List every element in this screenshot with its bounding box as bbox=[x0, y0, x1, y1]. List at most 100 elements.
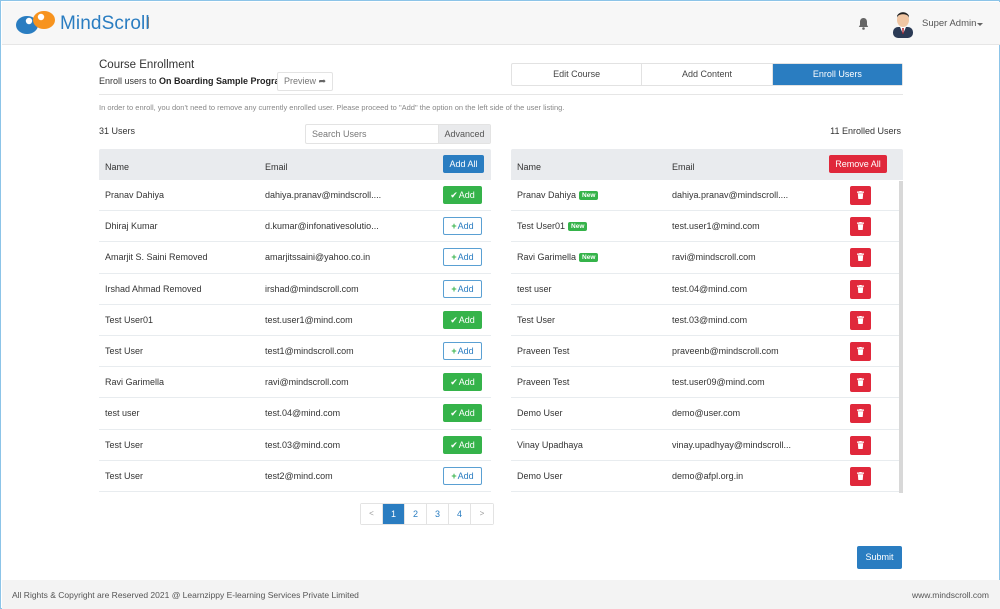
user-row: Irshad Ahmad Removed irshad@mindscroll.co… bbox=[99, 274, 491, 305]
pagination-page-4[interactable]: 4 bbox=[449, 504, 471, 524]
plus-icon: + bbox=[451, 470, 457, 481]
plus-icon: + bbox=[451, 345, 457, 356]
new-badge: New bbox=[568, 222, 588, 232]
add-label: Add bbox=[458, 190, 475, 200]
user-name: Amarjit S. Saini Removed bbox=[105, 252, 208, 263]
advanced-search-button[interactable]: Advanced bbox=[438, 125, 490, 143]
enroll-hint-text: In order to enroll, you don't need to re… bbox=[99, 103, 565, 112]
preview-button[interactable]: Preview ➦ bbox=[277, 72, 333, 91]
app-window: MindScroll Super Admin Course Enrollment… bbox=[0, 0, 1000, 609]
user-row: Ravi Garimella ravi@mindscroll.com ✔Add bbox=[99, 367, 491, 399]
remove-user-button[interactable] bbox=[850, 466, 871, 486]
add-label: Add bbox=[458, 408, 475, 419]
notification-bell-icon[interactable] bbox=[858, 17, 869, 30]
user-name: Ravi Garimella bbox=[105, 377, 165, 388]
remove-user-button[interactable] bbox=[850, 279, 871, 299]
column-header-email: Email bbox=[265, 162, 288, 172]
add-user-button[interactable]: ✔Add bbox=[443, 404, 482, 423]
search-users-input[interactable] bbox=[306, 125, 438, 143]
user-name: Dhiraj Kumar bbox=[105, 221, 158, 232]
pagination-next[interactable]: > bbox=[471, 504, 493, 524]
add-user-button[interactable]: +Add bbox=[443, 217, 482, 236]
enrolled-user-name-cell: test user bbox=[517, 284, 552, 294]
tab-edit-course[interactable]: Edit Course bbox=[512, 64, 643, 85]
user-name: Pranav Dahiya bbox=[105, 190, 165, 200]
website-link[interactable]: www.mindscroll.com bbox=[912, 590, 989, 600]
add-label: Add bbox=[457, 345, 474, 356]
user-name: Test User bbox=[105, 470, 144, 481]
remove-user-button[interactable] bbox=[850, 435, 871, 455]
enrolled-user-name: test user bbox=[517, 283, 552, 294]
enrolled-user-name: Pranav Dahiya bbox=[517, 190, 577, 200]
column-header-email: Email bbox=[672, 162, 695, 172]
enrolled-user-email: demo@afpl.org.in bbox=[672, 470, 744, 481]
remove-user-button[interactable] bbox=[850, 373, 871, 393]
column-header-name: Name bbox=[105, 162, 130, 172]
submit-button[interactable]: Submit bbox=[857, 546, 902, 569]
enrolled-user-name: Test User01 bbox=[517, 221, 566, 232]
enrolled-table-body: Pranav Dahiya New dahiya.pranav@mindscroll… bbox=[511, 180, 899, 492]
remove-user-button[interactable] bbox=[850, 310, 871, 330]
brand-name: MindScroll bbox=[60, 13, 150, 34]
enrolled-list-scrollbar[interactable] bbox=[899, 181, 903, 493]
add-label: Add bbox=[457, 252, 474, 263]
enrolled-table-header: Name Email Remove All bbox=[511, 149, 903, 180]
brand-separator bbox=[148, 17, 149, 28]
enrolled-user-name: Demo User bbox=[517, 470, 563, 481]
new-badge: New bbox=[579, 253, 599, 263]
enroll-subtitle: Enroll users to On Boarding Sample Progr… bbox=[99, 76, 288, 86]
user-row: Test User01 test.user1@mind.com ✔Add bbox=[99, 305, 491, 336]
user-email: test.user1@mind.com bbox=[265, 314, 353, 325]
user-menu-name[interactable]: Super Admin bbox=[922, 18, 976, 29]
enrolled-user-name-cell: Test User bbox=[517, 315, 555, 325]
user-email: dahiya.pranav@mindscroll.... bbox=[265, 190, 382, 200]
pagination-page-1[interactable]: 1 bbox=[383, 504, 405, 524]
add-user-button[interactable]: +Add bbox=[443, 279, 482, 298]
add-user-button[interactable]: +Add bbox=[443, 341, 482, 360]
enrolled-user-email: test.03@mind.com bbox=[672, 314, 748, 325]
user-name: Test User01 bbox=[105, 314, 154, 325]
enrolled-user-row: Vinay Upadhaya vinay.upadhyay@mindscroll.… bbox=[511, 430, 899, 461]
enrolled-user-name-cell: Ravi Garimella New bbox=[517, 252, 599, 263]
chevron-down-icon[interactable] bbox=[977, 23, 983, 26]
enrolled-user-name-cell: Demo User bbox=[517, 408, 563, 418]
remove-user-button[interactable] bbox=[850, 217, 871, 237]
user-email: test1@mindscroll.com bbox=[265, 345, 354, 356]
remove-user-button[interactable] bbox=[850, 404, 871, 424]
add-label: Add bbox=[458, 314, 475, 325]
user-row: test user test.04@mind.com ✔Add bbox=[99, 398, 491, 430]
user-row: Test User test2@mind.com +Add bbox=[99, 461, 491, 492]
add-user-button[interactable]: +Add bbox=[443, 248, 482, 267]
tab-enroll-users[interactable]: Enroll Users bbox=[772, 64, 902, 85]
remove-user-button[interactable] bbox=[850, 186, 871, 205]
add-user-button[interactable]: ✔Add bbox=[443, 186, 482, 204]
add-user-button[interactable]: ✔Add bbox=[443, 435, 482, 454]
enrolled-user-row: Test User01 New test.user1@mind.com bbox=[511, 211, 899, 243]
user-name: Test User bbox=[105, 345, 144, 356]
users-table-body: Pranav Dahiya dahiya.pranav@mindscroll...… bbox=[99, 180, 491, 492]
remove-user-button[interactable] bbox=[850, 248, 871, 268]
add-user-button[interactable]: ✔Add bbox=[443, 310, 482, 329]
plus-icon: + bbox=[451, 221, 457, 232]
enrolled-users-table: Name Email Remove All Pranav Dahiya New da… bbox=[511, 149, 903, 492]
remove-all-button[interactable]: Remove All bbox=[829, 155, 887, 173]
share-arrow-icon: ➦ bbox=[318, 76, 327, 86]
add-user-button[interactable]: ✔Add bbox=[443, 373, 482, 392]
enrolled-user-name-cell: Praveen Test bbox=[517, 346, 569, 356]
add-all-button[interactable]: Add All bbox=[443, 155, 484, 173]
enrolled-user-row: Ravi Garimella New ravi@mindscroll.com bbox=[511, 242, 899, 274]
users-count: 31 Users bbox=[99, 126, 136, 136]
add-user-button[interactable]: +Add bbox=[443, 466, 482, 485]
remove-user-button[interactable] bbox=[850, 341, 871, 361]
enrolled-user-row: Pranav Dahiya New dahiya.pranav@mindscroll… bbox=[511, 180, 899, 212]
enrolled-user-email: vinay.upadhyay@mindscroll... bbox=[672, 439, 792, 450]
enroll-prefix: Enroll users to bbox=[99, 76, 160, 86]
user-email: amarjitssaini@yahoo.co.in bbox=[265, 252, 371, 263]
user-name: Irshad Ahmad Removed bbox=[105, 283, 202, 294]
pagination-prev[interactable]: < bbox=[361, 504, 383, 524]
user-avatar[interactable] bbox=[890, 10, 916, 38]
tab-add-content[interactable]: Add Content bbox=[642, 64, 773, 85]
pagination-page-3[interactable]: 3 bbox=[427, 504, 449, 524]
pagination-page-2[interactable]: 2 bbox=[405, 504, 427, 524]
enrolled-user-row: Demo User demo@user.com bbox=[511, 398, 899, 430]
